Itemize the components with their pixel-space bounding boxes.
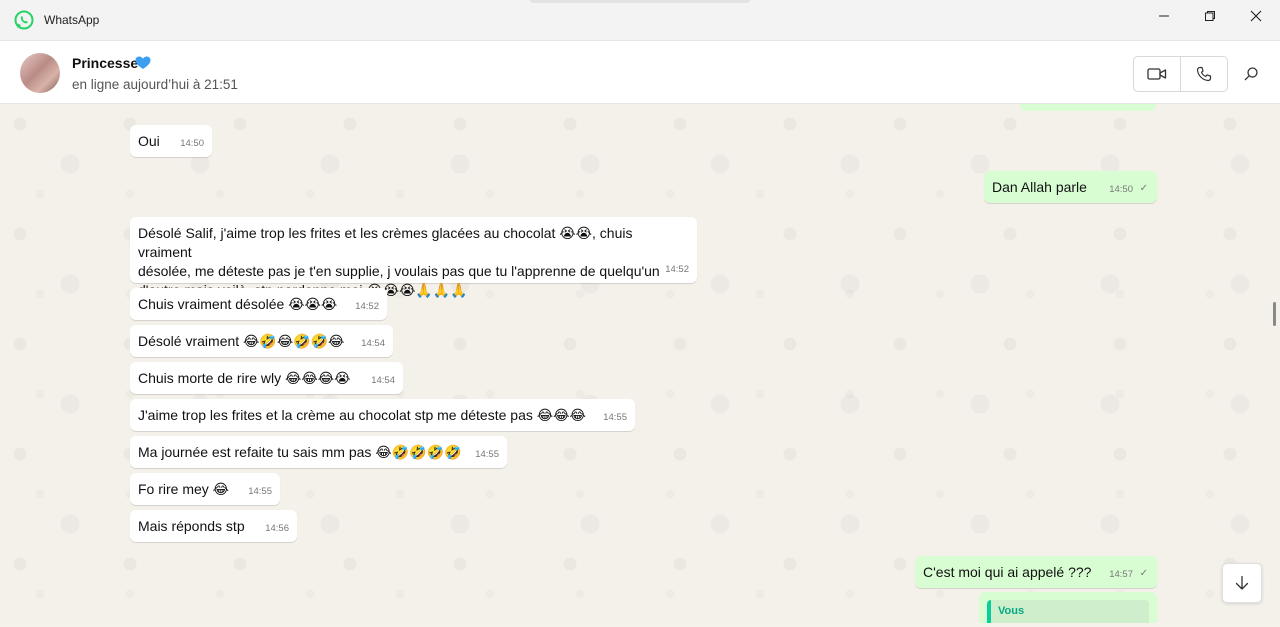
message-text: Chuis vraiment désolée 😭😭😭 — [138, 296, 338, 312]
scroll-to-bottom-button[interactable] — [1222, 563, 1262, 603]
message-incoming[interactable]: Chuis vraiment désolée 😭😭😭 14:52 — [130, 288, 387, 320]
message-incoming[interactable]: Désolé vraiment 😂🤣😂🤣🤣😂 14:54 — [130, 325, 393, 357]
title-bar: WhatsApp — [0, 0, 1280, 40]
message-incoming[interactable]: Fo rire mey 😂 14:55 — [130, 473, 280, 505]
message-time: 14:55 — [248, 486, 272, 497]
message-time: 14:56 — [265, 523, 289, 534]
voice-call-icon — [1196, 66, 1212, 82]
message-time: 14:54 — [371, 375, 395, 386]
search-button[interactable] — [1240, 63, 1262, 85]
close-button[interactable] — [1233, 0, 1279, 32]
contact-avatar[interactable] — [20, 53, 60, 93]
whatsapp-logo-icon — [14, 10, 34, 30]
message-text: Ma journée est refaite tu sais mm pas 😂🤣… — [138, 444, 462, 460]
video-call-icon — [1147, 68, 1167, 80]
message-line: Désolé Salif, j'aime trop les frites et … — [138, 225, 633, 260]
voice-call-button[interactable] — [1181, 57, 1227, 91]
sent-check-icon: ✓ — [1139, 183, 1148, 194]
close-icon — [1250, 10, 1262, 22]
message-time: 14:52 — [355, 301, 379, 312]
message-outgoing[interactable]: Dan Allah parle 14:50 ✓ — [984, 171, 1157, 203]
drag-handle — [530, 0, 750, 3]
message-text: J'aime trop les frites et la crème au ch… — [138, 407, 586, 423]
message-time: 14:52 — [665, 264, 689, 275]
minimize-icon — [1159, 15, 1169, 17]
message-time: 14:50 — [1109, 184, 1133, 195]
message-incoming[interactable]: Désolé Salif, j'aime trop les frites et … — [130, 217, 697, 298]
message-time: 14:57 — [1109, 569, 1133, 580]
search-icon — [1244, 67, 1258, 81]
minimize-button[interactable] — [1141, 0, 1187, 32]
chat-header: Princesse en ligne aujourd’hui à 21:51 — [0, 40, 1280, 104]
message-text: Désolé vraiment 😂🤣😂🤣🤣😂 — [138, 333, 345, 349]
restore-icon — [1205, 11, 1215, 21]
sent-check-icon: ✓ — [1139, 568, 1148, 579]
message-incoming[interactable]: J'aime trop les frites et la crème au ch… — [130, 399, 635, 431]
contact-name[interactable]: Princesse — [72, 55, 138, 71]
call-buttons — [1133, 56, 1228, 92]
message-incoming[interactable]: Mais réponds stp 14:56 — [130, 510, 297, 542]
outgoing-message-partial — [1020, 104, 1156, 111]
message-incoming[interactable]: Oui 14:50 — [130, 125, 212, 157]
app-title: WhatsApp — [44, 13, 100, 27]
video-call-button[interactable] — [1134, 57, 1180, 91]
message-incoming[interactable]: Chuis morte de rire wly 😂😂😂😭 14:54 — [130, 362, 403, 394]
message-time: 14:50 — [180, 138, 204, 149]
message-line: désolée, me déteste pas je t'en supplie,… — [138, 263, 660, 279]
message-outgoing[interactable]: C'est moi qui ai appelé ??? 14:57 ✓ — [915, 556, 1157, 588]
quoted-message[interactable]: Vous — [987, 600, 1149, 623]
arrow-down-icon — [1235, 575, 1249, 590]
message-time: 14:54 — [361, 338, 385, 349]
quoted-author: Vous — [998, 605, 1025, 617]
message-time: 14:55 — [603, 412, 627, 423]
message-text: Chuis morte de rire wly 😂😂😂😭 — [138, 370, 351, 386]
contact-status: en ligne aujourd’hui à 21:51 — [72, 77, 238, 92]
maximize-button[interactable] — [1187, 0, 1233, 32]
message-incoming[interactable]: Ma journée est refaite tu sais mm pas 😂🤣… — [130, 436, 507, 468]
blue-heart-icon — [135, 56, 151, 69]
message-time: 14:55 — [475, 449, 499, 460]
scrollbar-thumb[interactable] — [1273, 302, 1276, 326]
